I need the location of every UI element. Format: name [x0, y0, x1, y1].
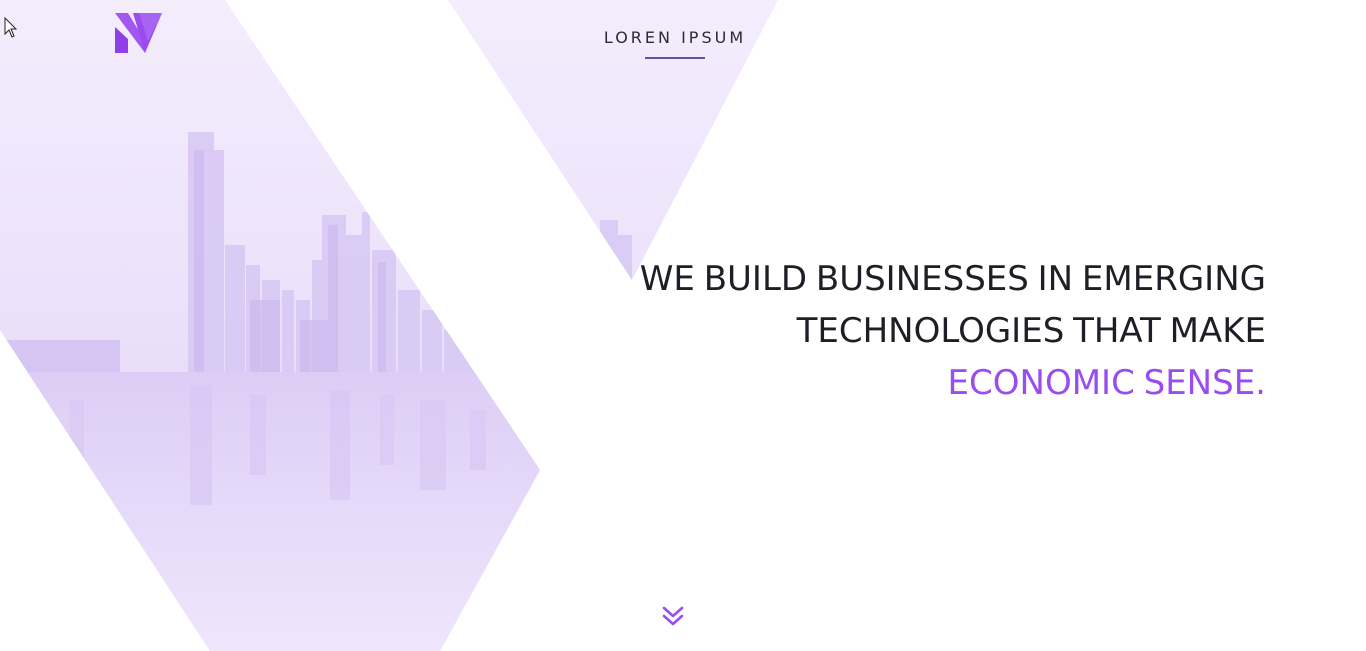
n-logo-icon[interactable]	[115, 13, 162, 53]
double-chevron-down-icon[interactable]	[660, 604, 686, 630]
mouse-cursor-icon	[4, 17, 18, 38]
nav-underline	[645, 57, 705, 59]
nav-title[interactable]: LOREN IPSUM	[540, 28, 810, 48]
landing-page: LOREN IPSUM WE BUILD BUSINESSES IN EMERG…	[0, 0, 1366, 651]
headline-line-2: TECHNOLOGIES THAT MAKE	[796, 311, 1266, 351]
headline-line-1: WE BUILD BUSINESSES IN EMERGING	[639, 259, 1266, 299]
headline-accent: ECONOMIC SENSE.	[947, 363, 1266, 403]
hero-headline: WE BUILD BUSINESSES IN EMERGING TECHNOLO…	[546, 253, 1266, 409]
